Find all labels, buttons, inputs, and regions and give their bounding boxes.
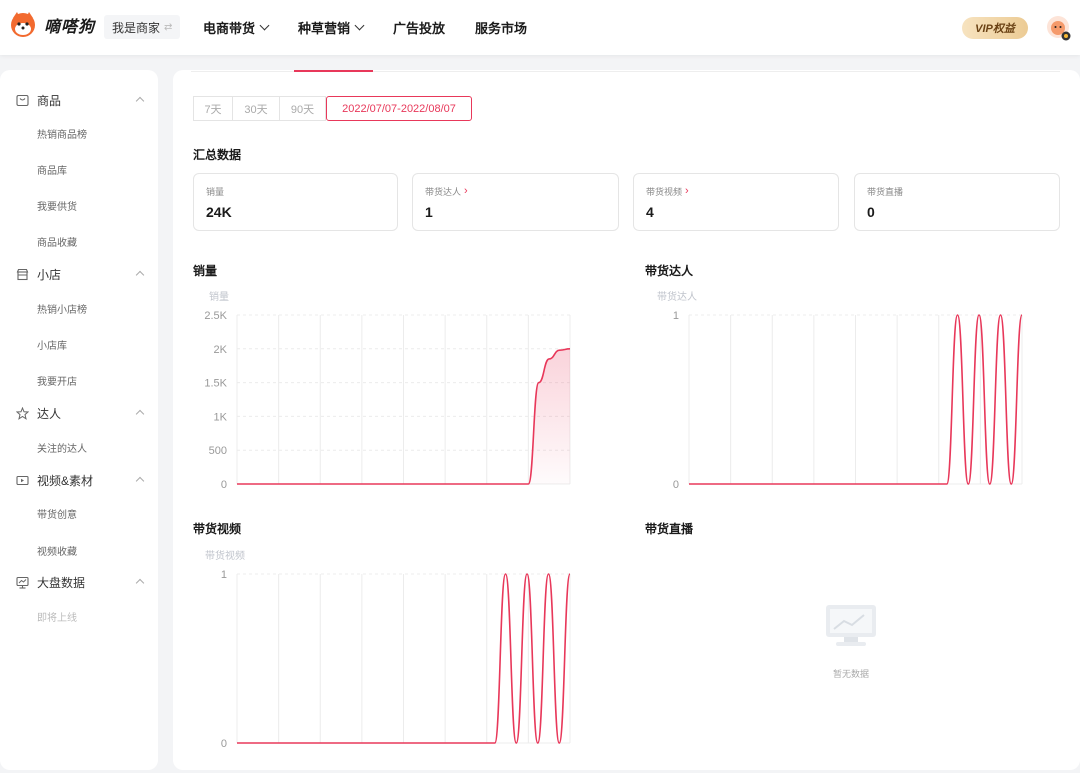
nav-label: 种草营销 — [298, 21, 351, 36]
chevron-up-icon[interactable] — [135, 578, 145, 588]
stat-card-live: 带货直播 0 — [854, 173, 1060, 231]
chart-title-creators: 带货达人 — [645, 264, 694, 278]
sidebar-item[interactable]: 我要供货 — [37, 198, 77, 213]
sidebar-group-product[interactable]: 商品 — [16, 92, 61, 108]
sidebar-item-coming-soon: 即将上线 — [37, 613, 77, 624]
custom-date-range-button[interactable]: 2022/07/07-2022/08/07 — [326, 96, 472, 121]
stat-label: 带货达人 › — [425, 185, 468, 198]
swap-icon: ⇄ — [164, 21, 173, 33]
no-data-text: 暂无数据 — [833, 669, 870, 679]
stat-label: 带货直播 — [867, 187, 904, 197]
dashboard-icon — [16, 576, 29, 589]
stat-label: 销量 — [206, 187, 225, 197]
chart-title-sales: 销量 — [193, 264, 218, 278]
stat-card-videos[interactable]: 带货视频 › 4 — [633, 173, 839, 231]
chevron-down-icon — [354, 20, 365, 31]
chevron-right-icon: › — [685, 185, 689, 197]
nav-seeding-marketing[interactable]: 种草营销 — [298, 18, 365, 37]
stat-label: 带货视频 › — [646, 185, 689, 198]
nav-advertising[interactable]: 广告投放 — [393, 18, 445, 37]
top-navigation-bar: 嘀嗒狗 我是商家 ⇄ 电商带货 种草营销 广告投放 服务市场 VIP权益 — [0, 0, 1080, 55]
sidebar-item[interactable]: 商品收藏 — [37, 234, 77, 249]
range-7-days-button[interactable]: 7天 — [193, 96, 233, 121]
avatar[interactable] — [1046, 15, 1072, 41]
main-panel: 7天 30天 90天 2022/07/07-2022/08/07 汇总数据 销量… — [173, 70, 1080, 770]
sidebar-group-label: 商品 — [37, 93, 62, 108]
sidebar: 商品 热销商品榜 商品库 我要供货 商品收藏 小店 热销小店榜 小店库 我要开店… — [0, 70, 158, 770]
nav-label: 广告投放 — [393, 21, 446, 36]
active-tab-indicator — [294, 70, 373, 72]
chevron-up-icon[interactable] — [135, 409, 145, 419]
chevron-down-icon — [259, 20, 270, 31]
sidebar-group-label: 达人 — [37, 406, 62, 421]
role-switch-button[interactable]: 我是商家 ⇄ — [104, 15, 181, 39]
product-icon — [16, 94, 29, 106]
main-nav: 电商带货 种草营销 广告投放 服务市场 — [203, 0, 557, 55]
sidebar-group-creator[interactable]: 达人 — [16, 405, 61, 421]
nav-service-market[interactable]: 服务市场 — [475, 18, 527, 37]
sidebar-item[interactable]: 我要开店 — [37, 373, 77, 388]
stat-value: 0 — [867, 204, 875, 220]
nav-label: 电商带货 — [203, 21, 256, 36]
stat-value: 24K — [206, 204, 232, 220]
sidebar-group-market-data[interactable]: 大盘数据 — [16, 574, 85, 590]
nav-ecommerce[interactable]: 电商带货 — [203, 18, 270, 37]
chart-title-live: 带货直播 — [645, 522, 694, 536]
sidebar-item[interactable]: 商品库 — [37, 162, 67, 177]
sidebar-item[interactable]: 带货创意 — [37, 506, 77, 521]
role-switch-label: 我是商家 — [112, 20, 161, 35]
sidebar-item[interactable]: 热销商品榜 — [37, 126, 87, 141]
store-icon — [16, 268, 29, 280]
brand-name: 嘀嗒狗 — [44, 19, 96, 36]
summary-title: 汇总数据 — [193, 148, 242, 162]
sidebar-group-label: 大盘数据 — [37, 575, 86, 590]
star-person-icon — [16, 406, 29, 420]
sidebar-group-video[interactable]: 视频&素材 — [16, 472, 93, 488]
sidebar-item[interactable]: 热销小店榜 — [37, 301, 87, 316]
brand-logo[interactable]: 嘀嗒狗 — [8, 10, 95, 40]
stat-value: 4 — [646, 204, 654, 220]
sidebar-group-label: 视频&素材 — [37, 473, 94, 488]
stat-card-creators[interactable]: 带货达人 › 1 — [412, 173, 619, 231]
stat-card-sales: 销量 24K — [193, 173, 398, 231]
range-30-days-button[interactable]: 30天 — [233, 96, 280, 121]
vip-benefits-button[interactable]: VIP权益 — [962, 17, 1028, 39]
dog-logo-icon — [11, 12, 35, 37]
chart-title-videos: 带货视频 — [193, 522, 242, 536]
no-data-icon — [826, 605, 876, 646]
sidebar-item[interactable]: 视频收藏 — [37, 543, 77, 558]
sidebar-item[interactable]: 小店库 — [37, 337, 67, 352]
nav-label: 服务市场 — [475, 21, 528, 36]
chevron-right-icon: › — [464, 185, 468, 197]
sidebar-group-store[interactable]: 小店 — [16, 266, 61, 282]
stat-value: 1 — [425, 204, 433, 220]
range-90-days-button[interactable]: 90天 — [280, 96, 326, 121]
video-icon — [16, 475, 29, 485]
chevron-up-icon[interactable] — [135, 270, 145, 280]
sidebar-item[interactable]: 关注的达人 — [37, 440, 87, 455]
chevron-up-icon[interactable] — [135, 476, 145, 486]
sidebar-group-label: 小店 — [37, 267, 62, 282]
date-range-selector: 7天 30天 90天 2022/07/07-2022/08/07 — [193, 96, 472, 121]
chevron-up-icon[interactable] — [135, 96, 145, 106]
